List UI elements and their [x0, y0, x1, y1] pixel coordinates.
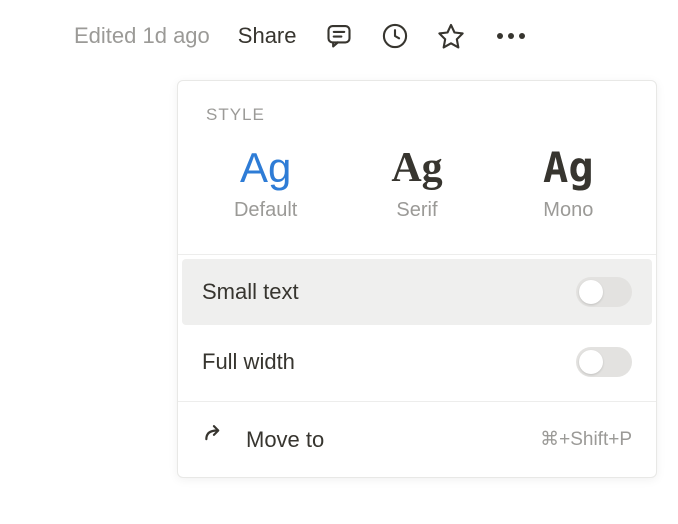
move-arrow-icon	[202, 424, 228, 455]
edited-timestamp: Edited 1d ago	[74, 23, 210, 49]
font-sample-serif: Ag	[391, 147, 442, 189]
font-label-mono: Mono	[543, 199, 593, 222]
star-icon[interactable]	[437, 22, 465, 50]
font-style-row: Ag Default Ag Serif Ag Mono	[178, 139, 656, 255]
toggle-knob	[579, 280, 603, 304]
topbar: Edited 1d ago Share	[74, 22, 648, 50]
more-options-icon[interactable]	[493, 29, 529, 43]
small-text-toggle[interactable]	[576, 277, 632, 307]
full-width-toggle-row[interactable]: Full width	[178, 329, 656, 395]
font-style-mono[interactable]: Ag Mono	[493, 139, 644, 230]
share-button[interactable]: Share	[238, 23, 297, 49]
small-text-label: Small text	[202, 279, 299, 305]
move-to-action[interactable]: Move to ⌘+Shift+P	[178, 402, 656, 477]
font-style-serif[interactable]: Ag Serif	[341, 139, 492, 230]
full-width-label: Full width	[202, 349, 295, 375]
font-sample-default: Ag	[240, 147, 291, 189]
history-icon[interactable]	[381, 22, 409, 50]
toggle-knob	[579, 350, 603, 374]
page-options-dropdown: STYLE Ag Default Ag Serif Ag Mono Small …	[177, 80, 657, 478]
full-width-toggle[interactable]	[576, 347, 632, 377]
move-to-label: Move to	[246, 427, 522, 453]
style-section-label: STYLE	[178, 81, 656, 139]
font-style-default[interactable]: Ag Default	[190, 139, 341, 230]
font-label-default: Default	[234, 199, 297, 222]
move-to-shortcut: ⌘+Shift+P	[540, 428, 632, 451]
small-text-toggle-row[interactable]: Small text	[182, 259, 652, 325]
comments-icon[interactable]	[325, 22, 353, 50]
font-label-serif: Serif	[396, 199, 437, 222]
font-sample-mono: Ag	[543, 147, 594, 189]
